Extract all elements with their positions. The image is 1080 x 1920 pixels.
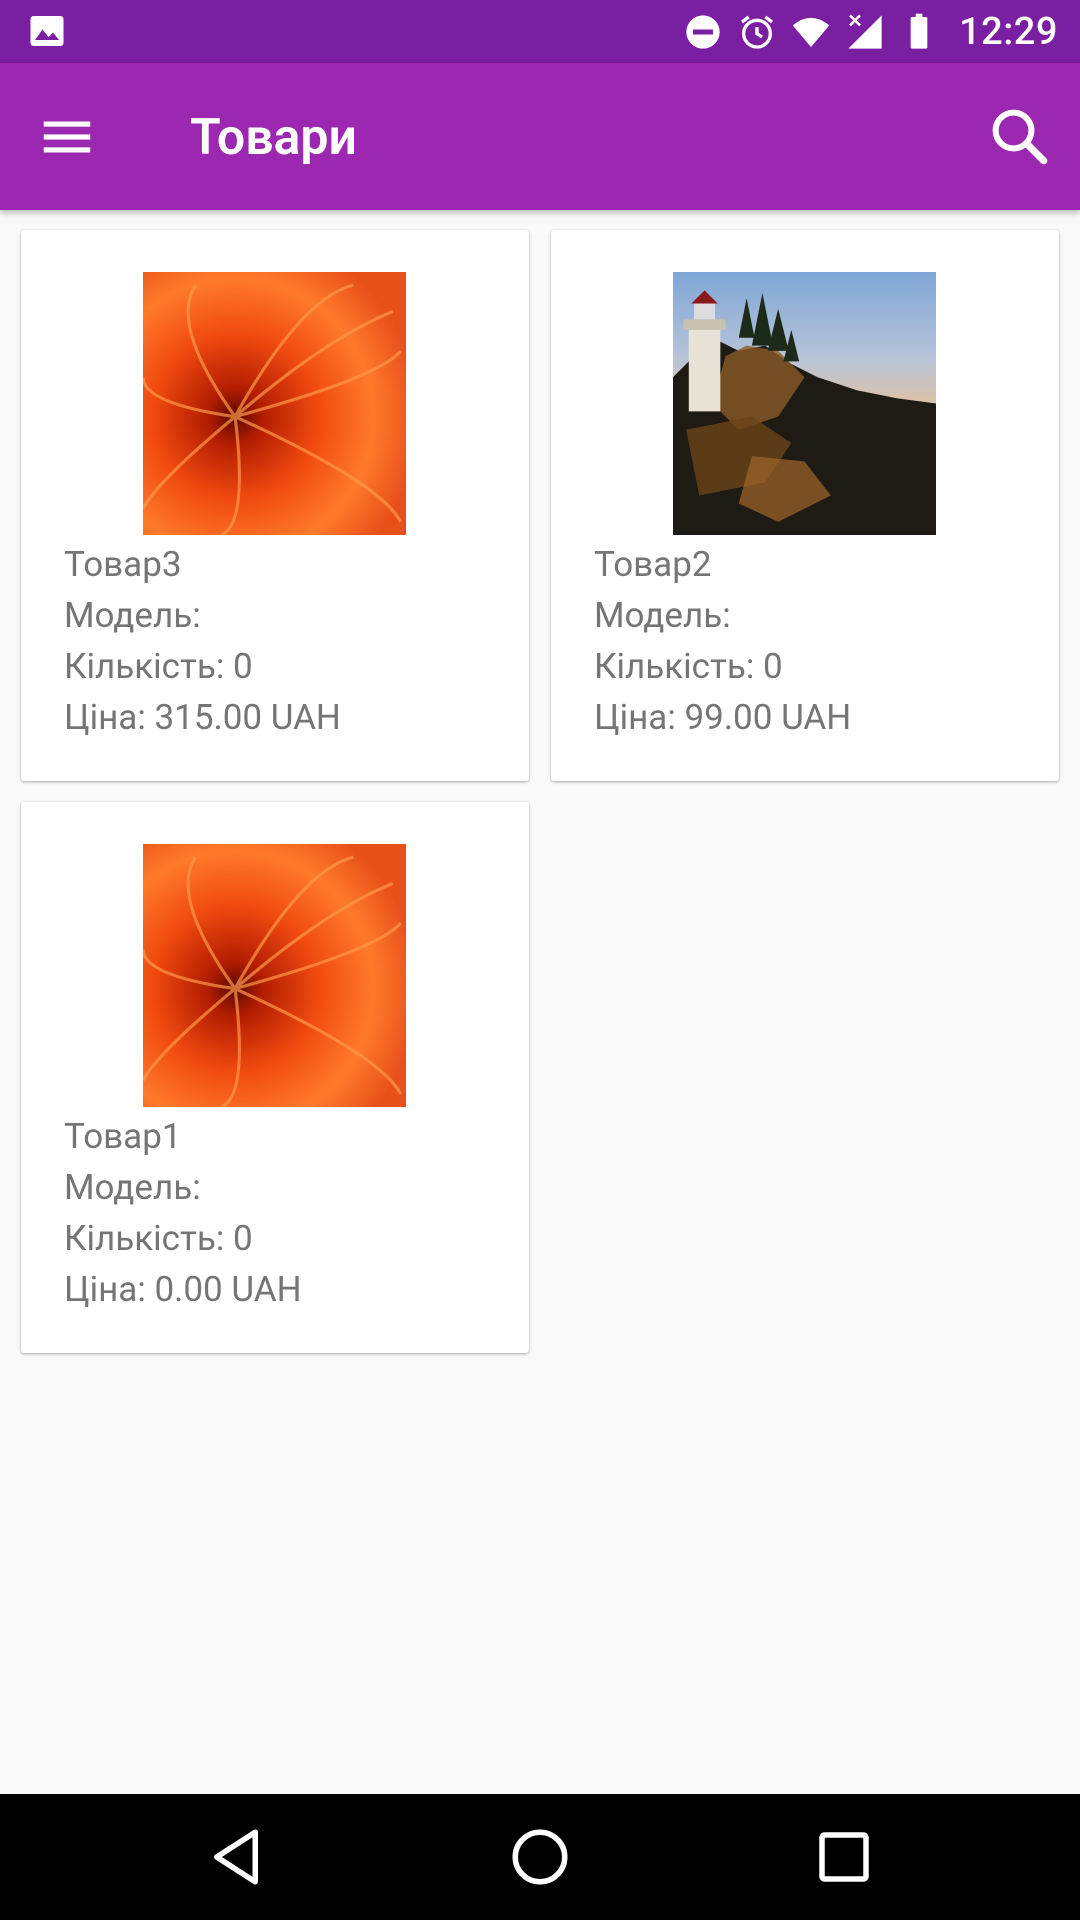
page-title: Товари	[190, 109, 357, 167]
signal-icon	[848, 13, 882, 49]
battery-icon	[910, 13, 928, 49]
product-image-flower	[143, 272, 406, 535]
product-price: Ціна: 315.00 UAH	[64, 697, 341, 738]
product-name: Товар3	[64, 544, 182, 585]
status-bar: 12:29	[0, 0, 1080, 63]
product-card[interactable]: Товар1 Модель: Кількість: 0 Ціна: 0.00 U…	[21, 802, 529, 1353]
product-image-lighthouse	[673, 272, 936, 535]
product-quantity: Кількість: 0	[64, 1218, 253, 1259]
do-not-disturb-icon	[686, 14, 720, 49]
product-quantity: Кількість: 0	[64, 646, 253, 687]
status-time: 12:29	[959, 9, 1058, 54]
product-name: Товар2	[594, 544, 712, 585]
menu-icon[interactable]	[36, 106, 98, 168]
home-icon[interactable]	[507, 1824, 573, 1890]
product-model: Модель:	[594, 595, 731, 636]
product-model: Модель:	[64, 1167, 201, 1208]
alarm-icon	[741, 15, 774, 49]
wifi-icon	[792, 17, 830, 47]
product-quantity: Кількість: 0	[594, 646, 783, 687]
product-price: Ціна: 99.00 UAH	[594, 697, 852, 738]
product-card[interactable]: Товар3 Модель: Кількість: 0 Ціна: 315.00…	[21, 230, 529, 781]
app-bar: Товари	[0, 63, 1080, 210]
product-model: Модель:	[64, 595, 201, 636]
navigation-bar	[0, 1794, 1080, 1920]
image-icon	[30, 16, 64, 46]
recents-icon[interactable]	[811, 1824, 877, 1890]
product-image-flower	[143, 844, 406, 1107]
product-price: Ціна: 0.00 UAH	[64, 1269, 302, 1310]
back-icon[interactable]	[203, 1824, 269, 1890]
search-icon[interactable]	[986, 103, 1052, 169]
product-card[interactable]: Товар2 Модель: Кількість: 0 Ціна: 99.00 …	[551, 230, 1059, 781]
product-name: Товар1	[64, 1116, 182, 1157]
